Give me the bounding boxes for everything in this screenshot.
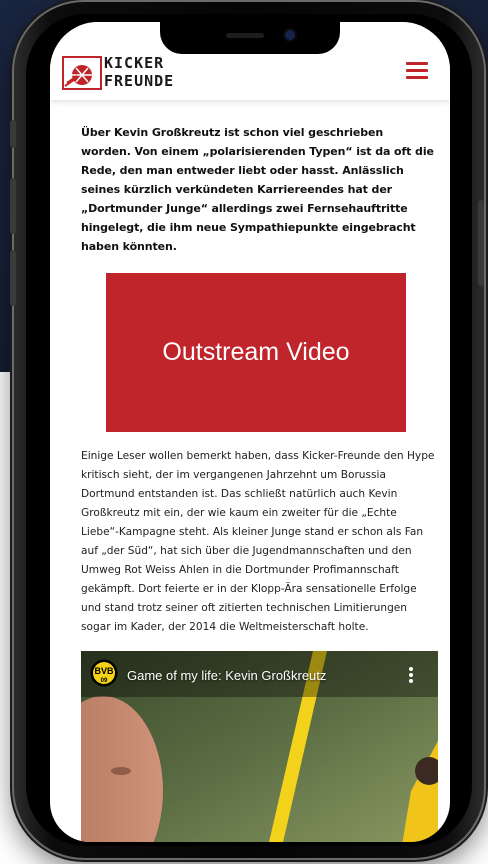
logo-line-1: KICKER [104,54,165,72]
video-title[interactable]: Game of my life: Kevin Großkreutz [127,668,326,683]
front-camera [285,30,295,40]
outstream-video-ad[interactable]: Outstream Video [106,273,406,432]
hamburger-menu-icon[interactable] [406,62,428,80]
bvb-logo-text: BVB [94,666,114,676]
phone-volume-down [10,250,16,306]
soccer-ball-logo-icon [62,56,102,90]
phone-notch [160,22,340,54]
youtube-video-embed[interactable]: BVB 09 Game of my life: Kevin Großkreutz [81,651,438,842]
article-content: Über Kevin Großkreutz ist schon viel ges… [81,123,438,842]
logo-line-2: FREUNDE [104,72,175,90]
phone-power-button [478,200,484,286]
ad-label: Outstream Video [162,338,350,366]
bvb-channel-logo-icon[interactable]: BVB 09 [90,659,118,687]
phone-screen: KICKER FREUNDE Über Kevin Großkreutz ist… [50,22,450,842]
site-logo[interactable]: KICKER FREUNDE [62,52,202,96]
article-body: Einige Leser wollen bemerkt haben, dass … [81,450,435,633]
site-logo-text: KICKER FREUNDE [104,54,174,90]
bvb-logo-year: 09 [101,678,108,684]
more-vertical-icon[interactable] [409,667,413,683]
article-intro: Über Kevin Großkreutz ist schon viel ges… [81,126,434,253]
phone-mute-switch [10,120,16,148]
speaker-grille [226,33,264,38]
phone-volume-up [10,178,16,234]
